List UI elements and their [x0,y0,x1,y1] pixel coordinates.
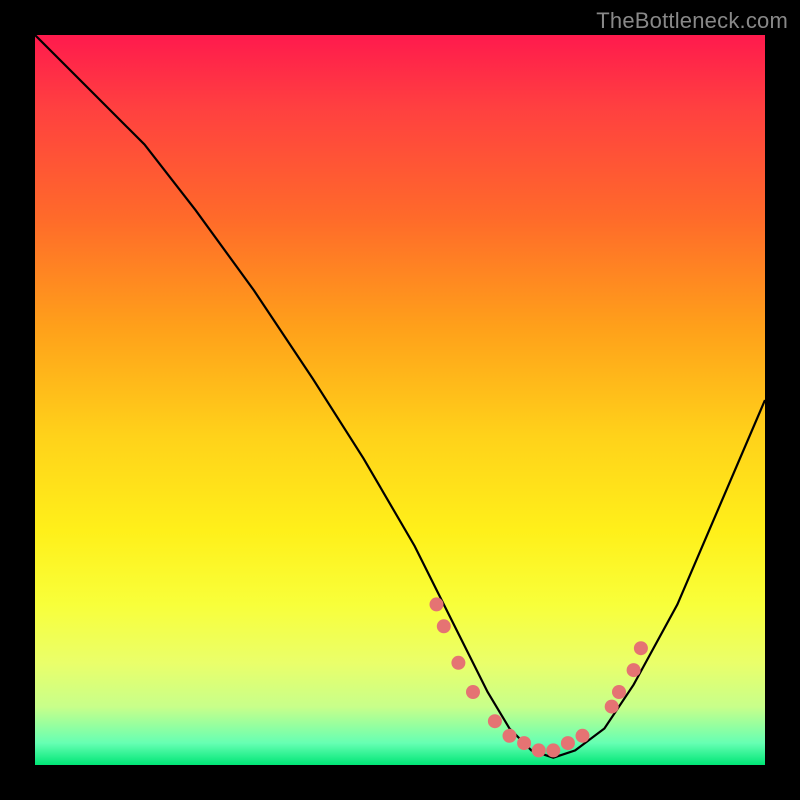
curve-layer [35,35,765,765]
highlight-point [488,714,502,728]
highlight-point [605,700,619,714]
highlight-point [430,597,444,611]
highlight-point [503,729,517,743]
plot-area [35,35,765,765]
highlight-point [561,736,575,750]
attribution-label: TheBottleneck.com [596,8,788,34]
highlight-point [437,619,451,633]
highlight-point [612,685,626,699]
chart-frame: TheBottleneck.com [0,0,800,800]
highlight-point [576,729,590,743]
highlight-point [466,685,480,699]
highlight-point [517,736,531,750]
highlight-point [532,743,546,757]
highlight-points [430,597,648,757]
highlight-point [634,641,648,655]
highlight-point [451,656,465,670]
bottleneck-curve [35,35,765,758]
highlight-point [546,743,560,757]
highlight-point [627,663,641,677]
